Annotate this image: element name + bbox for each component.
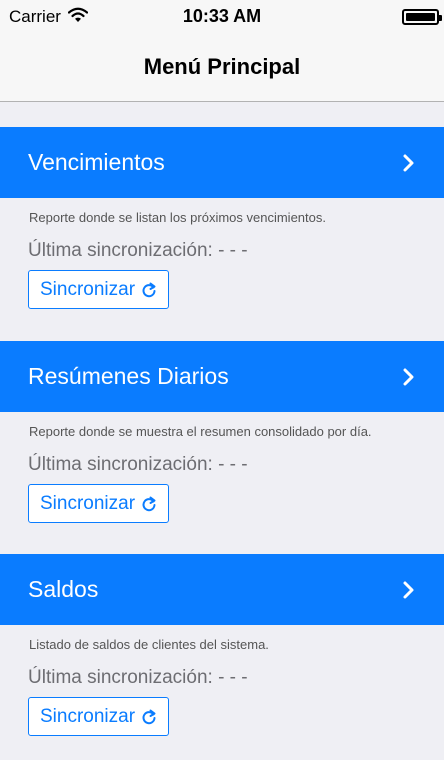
section-resumenes-diarios: Resúmenes Diarios Reporte donde se muest… [0,341,444,523]
section-description: Listado de saldos de clientes del sistem… [29,637,269,652]
status-bar: Carrier 10:33 AM [0,0,444,34]
last-sync-status: Última sincronización: - - - [28,240,248,261]
last-sync-status: Última sincronización: - - - [28,667,248,688]
status-time: 10:33 AM [182,6,262,26]
chevron-right-icon [403,154,414,172]
section-title: Resúmenes Diarios [28,363,229,389]
section-title: Saldos [28,576,99,602]
section-description: Reporte donde se muestra el resumen cons… [29,424,372,439]
last-sync-status: Última sincronización: - - - [28,454,248,475]
navigation-bar: Menú Principal [0,34,444,102]
section-title: Vencimientos [28,149,165,175]
refresh-icon [142,496,156,511]
refresh-icon [142,709,156,724]
section-header-resumenes-diarios[interactable]: Resúmenes Diarios [0,341,444,412]
sync-button-label: Sincronizar [40,492,136,514]
section-header-saldos[interactable]: Saldos [0,554,444,625]
chevron-right-icon [403,581,414,599]
chevron-right-icon [403,368,414,386]
sync-button-label: Sincronizar [40,705,136,727]
refresh-icon [142,282,156,297]
battery-icon [402,9,442,25]
section-description: Reporte donde se listan los próximos ven… [29,210,326,225]
sync-button[interactable]: Sincronizar [28,270,170,309]
sync-button-label: Sincronizar [40,278,136,300]
sync-button[interactable]: Sincronizar [28,484,170,523]
section-vencimientos: Vencimientos Reporte donde se listan los… [0,127,444,309]
page-title: Menú Principal [143,54,301,79]
sync-button[interactable]: Sincronizar [28,697,170,736]
section-header-vencimientos[interactable]: Vencimientos [0,127,444,198]
section-saldos: Saldos Listado de saldos de clientes del… [0,554,444,736]
